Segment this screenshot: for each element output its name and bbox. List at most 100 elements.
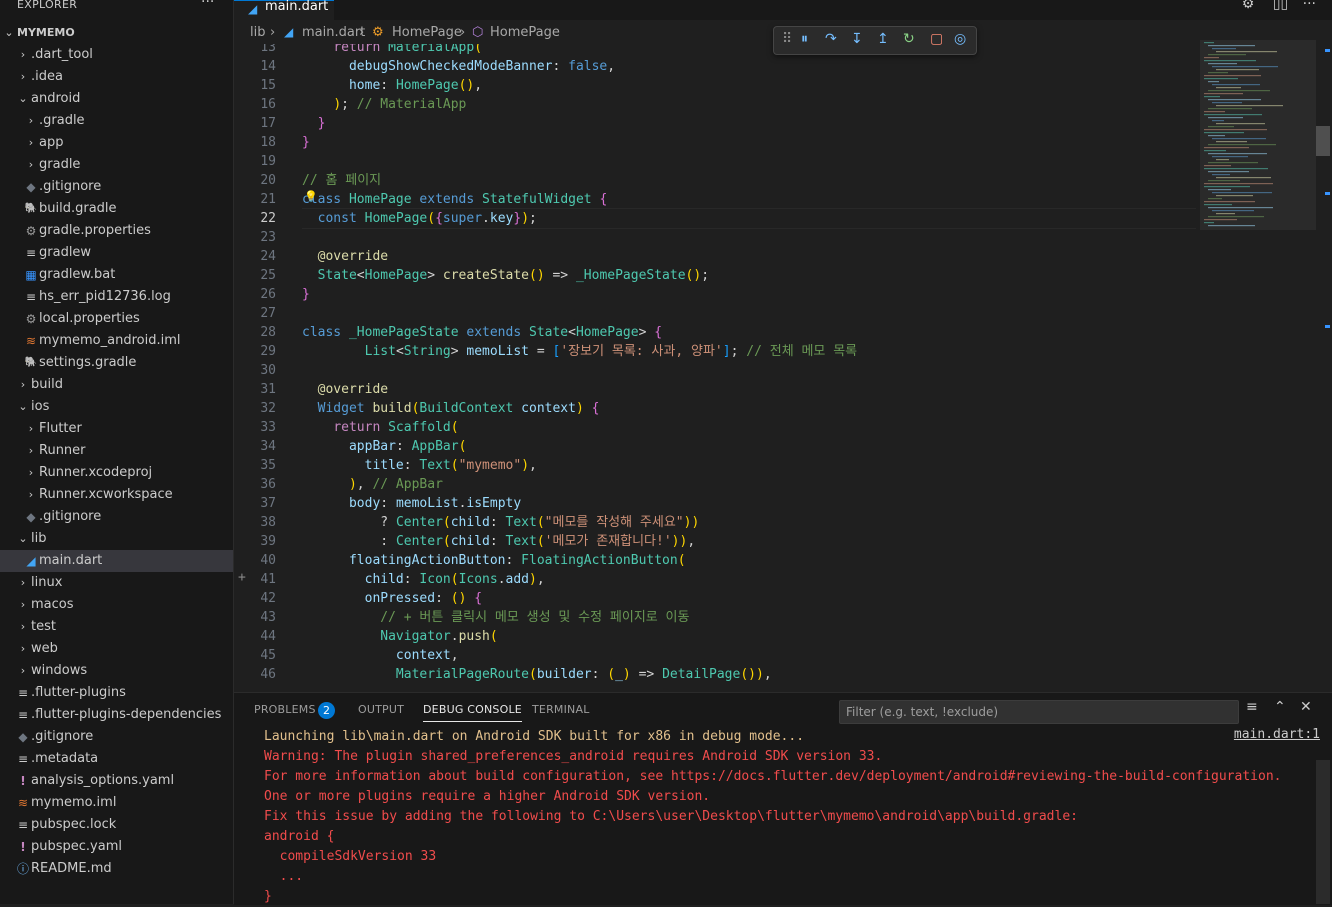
tree-file[interactable]: ≡ hs_err_pid12736.log	[0, 286, 233, 308]
tree-folder[interactable]: › gradle	[0, 154, 233, 176]
code-line[interactable]: 20 // 홈 페이지	[234, 171, 1332, 190]
tree-folder[interactable]: › macos	[0, 594, 233, 616]
tree-folder[interactable]: › build	[0, 374, 233, 396]
tree-folder[interactable]: › Flutter	[0, 418, 233, 440]
code-line[interactable]: 40 floatingActionButton: FloatingActionB…	[234, 551, 1332, 570]
clear-console-icon[interactable]: ≡	[1246, 699, 1258, 715]
tree-folder[interactable]: › .idea	[0, 66, 233, 88]
tree-file[interactable]: ! analysis_options.yaml	[0, 770, 233, 792]
code-line[interactable]: 38 ? Center(child: Text("메모를 작성해 주세요"))	[234, 513, 1332, 532]
maximize-panel-icon[interactable]: ⌃	[1274, 699, 1286, 715]
code-line[interactable]: 33 return Scaffold(	[234, 418, 1332, 437]
tree-folder[interactable]: › test	[0, 616, 233, 638]
tree-file[interactable]: ▦ gradlew.bat	[0, 264, 233, 286]
code-line[interactable]: 42 onPressed: () {	[234, 589, 1332, 608]
tree-folder[interactable]: › .dart_tool	[0, 44, 233, 66]
code-line[interactable]: 30	[234, 361, 1332, 380]
breadcrumb-member[interactable]: HomePage	[490, 25, 560, 40]
folder-root[interactable]: ⌄ MYMEMO	[0, 22, 233, 44]
code-line[interactable]: 15 home: HomePage(),	[234, 76, 1332, 95]
code-line[interactable]: 18}	[234, 133, 1332, 152]
tree-file[interactable]: ◆ .gitignore	[0, 176, 233, 198]
filter-input[interactable]	[840, 701, 1242, 723]
minimap-slider[interactable]	[1200, 40, 1316, 230]
code-line[interactable]: 24 @override	[234, 247, 1332, 266]
breadcrumb-lib[interactable]: lib	[250, 25, 265, 40]
split-editor-icon[interactable]: ▯▯	[1273, 0, 1288, 12]
code-line[interactable]: 14 debugShowCheckedModeBanner: false,	[234, 57, 1332, 76]
code-line[interactable]: 19	[234, 152, 1332, 171]
run-debug-icon[interactable]: ⚙	[1242, 0, 1255, 12]
code-line[interactable]: 34 appBar: AppBar(	[234, 437, 1332, 456]
code-line[interactable]: 46 MaterialPageRoute(builder: (_) => Det…	[234, 665, 1332, 684]
code-line[interactable]: 25 State<HomePage> createState() => _Hom…	[234, 266, 1332, 285]
code-line[interactable]: 28 class _HomePageState extends State<Hom…	[234, 323, 1332, 342]
code-line[interactable]: 31 @override	[234, 380, 1332, 399]
tree-file[interactable]: 🐘 settings.gradle	[0, 352, 233, 374]
code-line[interactable]: 37 body: memoList.isEmpty	[234, 494, 1332, 513]
tree-file[interactable]: ≋ mymemo.iml	[0, 792, 233, 814]
code-line[interactable]: 23	[234, 228, 1332, 247]
tab-debug-console[interactable]: DEBUG CONSOLE	[423, 703, 522, 722]
code-line[interactable]: 41 child: Icon(Icons.add),	[234, 570, 1332, 589]
console-source-link[interactable]: main.dart:1	[1234, 727, 1320, 742]
console-scrollbar[interactable]	[1316, 760, 1330, 904]
add-breakpoint-icon[interactable]: +	[238, 570, 246, 585]
stop-icon[interactable]: ▢	[930, 31, 943, 47]
tree-file[interactable]: ! pubspec.yaml	[0, 836, 233, 858]
code-line[interactable]: 16 ); // MaterialApp	[234, 95, 1332, 114]
breadcrumb-file[interactable]: main.dart	[302, 25, 365, 40]
code-line[interactable]: 44 Navigator.push(	[234, 627, 1332, 646]
code-line[interactable]: 43 // + 버튼 클릭시 메모 생성 및 수정 페이지로 이동	[234, 608, 1332, 627]
tree-folder[interactable]: › Runner.xcworkspace	[0, 484, 233, 506]
code-line[interactable]: 36 ), // AppBar	[234, 475, 1332, 494]
console-filter[interactable]	[839, 700, 1242, 724]
step-out-icon[interactable]: ↥	[877, 31, 889, 47]
tree-file[interactable]: ◢ main.dart	[0, 550, 233, 572]
code-line[interactable]: 22 const HomePage({super.key});	[234, 209, 1332, 228]
step-into-icon[interactable]: ↧	[851, 31, 863, 47]
tree-folder[interactable]: › windows	[0, 660, 233, 682]
tree-folder[interactable]: ⌄ ios	[0, 396, 233, 418]
tree-folder[interactable]: ⌄ android	[0, 88, 233, 110]
tree-folder[interactable]: › web	[0, 638, 233, 660]
code-line[interactable]: 27	[234, 304, 1332, 323]
code-line[interactable]: 32 Widget build(BuildContext context) {	[234, 399, 1332, 418]
tree-folder[interactable]: › Runner	[0, 440, 233, 462]
code-line[interactable]: 29 List<String> memoList = ['장보기 목록: 사과,…	[234, 342, 1332, 361]
tree-file[interactable]: ≡ .flutter-plugins	[0, 682, 233, 704]
tree-file[interactable]: ⚙ local.properties	[0, 308, 233, 330]
code-line[interactable]: 45 context,	[234, 646, 1332, 665]
drag-handle-icon[interactable]: ⠿	[782, 31, 792, 47]
tree-folder[interactable]: › linux	[0, 572, 233, 594]
tree-folder[interactable]: ⌄ lib	[0, 528, 233, 550]
tree-file[interactable]: ≡ pubspec.lock	[0, 814, 233, 836]
tree-file[interactable]: ⚙ gradle.properties	[0, 220, 233, 242]
code-line[interactable]: 21 class HomePage extends StatefulWidget …	[234, 190, 1332, 209]
tab-problems[interactable]: PROBLEMS	[254, 703, 316, 716]
code-line[interactable]: 26}	[234, 285, 1332, 304]
breadcrumb-class[interactable]: HomePage	[392, 25, 462, 40]
editor-scrollbar-thumb[interactable]	[1316, 126, 1330, 156]
tab-terminal[interactable]: TERMINAL	[532, 703, 590, 716]
tree-file[interactable]: ⓘ README.md	[0, 858, 233, 880]
tab-main-dart[interactable]: ◢ main.dart	[234, 0, 334, 21]
step-over-icon[interactable]: ↷	[825, 31, 837, 47]
devtools-icon[interactable]: ◎	[954, 31, 966, 47]
editor-actions[interactable]: ⚙ ▯▯ ···	[1242, 0, 1316, 12]
tree-folder[interactable]: › Runner.xcodeproj	[0, 462, 233, 484]
tab-output[interactable]: OUTPUT	[358, 703, 404, 716]
tree-file[interactable]: ◆ .gitignore	[0, 726, 233, 748]
tree-folder[interactable]: › .gradle	[0, 110, 233, 132]
code-line[interactable]: 39 : Center(child: Text('메모가 존재합니다!')),	[234, 532, 1332, 551]
tree-file[interactable]: ≋ mymemo_android.iml	[0, 330, 233, 352]
ellipsis-icon[interactable]: ···	[201, 0, 214, 10]
tree-file[interactable]: ≡ .metadata	[0, 748, 233, 770]
tree-folder[interactable]: › app	[0, 132, 233, 154]
tree-file[interactable]: ≡ .flutter-plugins-dependencies	[0, 704, 233, 726]
lightbulb-icon[interactable]: 💡	[304, 190, 318, 203]
close-panel-icon[interactable]: ✕	[1300, 699, 1312, 715]
ellipsis-icon[interactable]: ···	[1303, 0, 1316, 12]
tree-file[interactable]: ◆ .gitignore	[0, 506, 233, 528]
restart-icon[interactable]: ↻	[903, 31, 915, 47]
